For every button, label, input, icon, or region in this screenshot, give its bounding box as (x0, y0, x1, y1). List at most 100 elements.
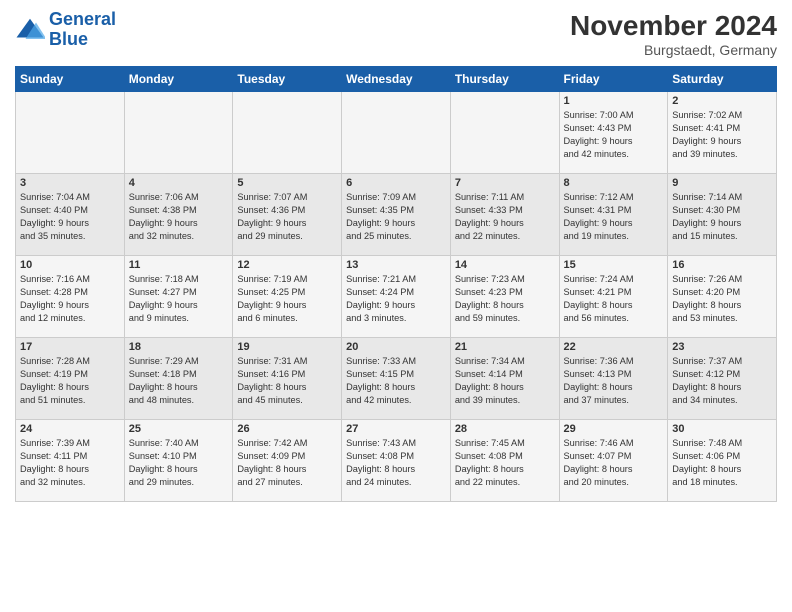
calendar-cell: 21Sunrise: 7:34 AM Sunset: 4:14 PM Dayli… (450, 338, 559, 420)
calendar-cell: 6Sunrise: 7:09 AM Sunset: 4:35 PM Daylig… (342, 174, 451, 256)
calendar-cell: 14Sunrise: 7:23 AM Sunset: 4:23 PM Dayli… (450, 256, 559, 338)
day-number: 11 (129, 259, 229, 271)
day-info: Sunrise: 7:07 AM Sunset: 4:36 PM Dayligh… (237, 191, 337, 243)
calendar-week-row: 10 Sunrise: 7:16 AM Sunset: 4:28 PM Dayli… (16, 256, 777, 338)
weekday-header: Monday (124, 67, 233, 92)
calendar-cell: 3 Sunrise: 7:04 AM Sunset: 4:40 PM Daylig… (16, 174, 125, 256)
day-info: Sunrise: 7:19 AM Sunset: 4:25 PM Dayligh… (237, 273, 337, 325)
logo-icon (15, 15, 45, 45)
day-info: Sunrise: 7:26 AM Sunset: 4:20 PM Dayligh… (672, 273, 772, 325)
calendar-cell: 11 Sunrise: 7:18 AM Sunset: 4:27 PM Dayli… (124, 256, 233, 338)
page-container: General Blue November 2024 Burgstaedt, G… (0, 0, 792, 512)
day-number: 17 (20, 341, 120, 353)
day-info: Sunrise: 7:31 AM Sunset: 4:16 PM Dayligh… (237, 355, 337, 407)
day-info: Sunrise: 7:12 AM Sunset: 4:31 PM Dayligh… (564, 191, 664, 243)
calendar-cell: 1 Sunrise: 7:00 AM Sunset: 4:43 PM Daylig… (559, 92, 668, 174)
day-number: 16 (672, 259, 772, 271)
day-number: 21 (455, 341, 555, 353)
calendar-cell (124, 92, 233, 174)
day-number: 2 (672, 95, 772, 107)
day-info: Sunrise: 7:14 AM Sunset: 4:30 PM Dayligh… (672, 191, 772, 243)
calendar-cell: 28 Sunrise: 7:45 AM Sunset: 4:08 PM Dayli… (450, 420, 559, 502)
calendar-cell: 22 Sunrise: 7:36 AM Sunset: 4:13 PM Dayli… (559, 338, 668, 420)
logo-line1: General (49, 10, 116, 30)
day-number: 15 (564, 259, 664, 271)
day-info: Sunrise: 7:48 AM Sunset: 4:06 PM Dayligh… (672, 437, 772, 489)
day-info: Sunrise: 7:37 AM Sunset: 4:12 PM Dayligh… (672, 355, 772, 407)
calendar-cell: 24 Sunrise: 7:39 AM Sunset: 4:11 PM Dayli… (16, 420, 125, 502)
day-number: 29 (564, 423, 664, 435)
day-info: Sunrise: 7:45 AM Sunset: 4:08 PM Dayligh… (455, 437, 555, 489)
weekday-header: Thursday (450, 67, 559, 92)
day-info: Sunrise: 7:11 AM Sunset: 4:33 PM Dayligh… (455, 191, 555, 243)
day-info: Sunrise: 7:29 AM Sunset: 4:18 PM Dayligh… (129, 355, 229, 407)
calendar-week-row: 1 Sunrise: 7:00 AM Sunset: 4:43 PM Daylig… (16, 92, 777, 174)
day-number: 9 (672, 177, 772, 189)
day-info: Sunrise: 7:09 AM Sunset: 4:35 PM Dayligh… (346, 191, 446, 243)
day-number: 10 (20, 259, 120, 271)
calendar-cell: 15 Sunrise: 7:24 AM Sunset: 4:21 PM Dayli… (559, 256, 668, 338)
weekday-header: Wednesday (342, 67, 451, 92)
day-number: 28 (455, 423, 555, 435)
day-info: Sunrise: 7:23 AM Sunset: 4:23 PM Dayligh… (455, 273, 555, 325)
day-number: 30 (672, 423, 772, 435)
day-number: 18 (129, 341, 229, 353)
day-info: Sunrise: 7:28 AM Sunset: 4:19 PM Dayligh… (20, 355, 120, 407)
day-number: 5 (237, 177, 337, 189)
calendar-week-row: 17 Sunrise: 7:28 AM Sunset: 4:19 PM Dayli… (16, 338, 777, 420)
calendar-cell: 27Sunrise: 7:43 AM Sunset: 4:08 PM Dayli… (342, 420, 451, 502)
calendar-cell: 10 Sunrise: 7:16 AM Sunset: 4:28 PM Dayli… (16, 256, 125, 338)
day-number: 22 (564, 341, 664, 353)
calendar-cell: 19 Sunrise: 7:31 AM Sunset: 4:16 PM Dayli… (233, 338, 342, 420)
day-number: 20 (346, 341, 446, 353)
day-info: Sunrise: 7:21 AM Sunset: 4:24 PM Dayligh… (346, 273, 446, 325)
day-info: Sunrise: 7:40 AM Sunset: 4:10 PM Dayligh… (129, 437, 229, 489)
day-info: Sunrise: 7:24 AM Sunset: 4:21 PM Dayligh… (564, 273, 664, 325)
day-info: Sunrise: 7:06 AM Sunset: 4:38 PM Dayligh… (129, 191, 229, 243)
weekday-header: Tuesday (233, 67, 342, 92)
calendar-cell (233, 92, 342, 174)
day-number: 8 (564, 177, 664, 189)
calendar-week-row: 24 Sunrise: 7:39 AM Sunset: 4:11 PM Dayli… (16, 420, 777, 502)
calendar-cell: 20 Sunrise: 7:33 AM Sunset: 4:15 PM Dayli… (342, 338, 451, 420)
day-number: 4 (129, 177, 229, 189)
calendar-week-row: 3 Sunrise: 7:04 AM Sunset: 4:40 PM Daylig… (16, 174, 777, 256)
day-info: Sunrise: 7:33 AM Sunset: 4:15 PM Dayligh… (346, 355, 446, 407)
day-number: 7 (455, 177, 555, 189)
location: Burgstaedt, Germany (570, 42, 777, 58)
calendar-cell: 12 Sunrise: 7:19 AM Sunset: 4:25 PM Dayli… (233, 256, 342, 338)
calendar-cell: 13 Sunrise: 7:21 AM Sunset: 4:24 PM Dayli… (342, 256, 451, 338)
weekday-header: Saturday (668, 67, 777, 92)
day-info: Sunrise: 7:43 AM Sunset: 4:08 PM Dayligh… (346, 437, 446, 489)
calendar-cell: 8 Sunrise: 7:12 AM Sunset: 4:31 PM Daylig… (559, 174, 668, 256)
day-info: Sunrise: 7:02 AM Sunset: 4:41 PM Dayligh… (672, 109, 772, 161)
calendar-cell (450, 92, 559, 174)
day-info: Sunrise: 7:00 AM Sunset: 4:43 PM Dayligh… (564, 109, 664, 161)
header: General Blue November 2024 Burgstaedt, G… (15, 10, 777, 58)
day-number: 23 (672, 341, 772, 353)
weekday-header-row: SundayMondayTuesdayWednesdayThursdayFrid… (16, 67, 777, 92)
day-info: Sunrise: 7:39 AM Sunset: 4:11 PM Dayligh… (20, 437, 120, 489)
day-info: Sunrise: 7:36 AM Sunset: 4:13 PM Dayligh… (564, 355, 664, 407)
day-info: Sunrise: 7:16 AM Sunset: 4:28 PM Dayligh… (20, 273, 120, 325)
day-number: 3 (20, 177, 120, 189)
day-number: 25 (129, 423, 229, 435)
calendar-cell: 23 Sunrise: 7:37 AM Sunset: 4:12 PM Dayli… (668, 338, 777, 420)
day-info: Sunrise: 7:04 AM Sunset: 4:40 PM Dayligh… (20, 191, 120, 243)
calendar-cell: 7 Sunrise: 7:11 AM Sunset: 4:33 PM Daylig… (450, 174, 559, 256)
day-number: 13 (346, 259, 446, 271)
logo-text: General Blue (49, 10, 116, 50)
day-number: 12 (237, 259, 337, 271)
day-info: Sunrise: 7:18 AM Sunset: 4:27 PM Dayligh… (129, 273, 229, 325)
calendar-cell: 5 Sunrise: 7:07 AM Sunset: 4:36 PM Daylig… (233, 174, 342, 256)
logo-line2: Blue (49, 30, 116, 50)
day-number: 1 (564, 95, 664, 107)
day-number: 24 (20, 423, 120, 435)
day-info: Sunrise: 7:42 AM Sunset: 4:09 PM Dayligh… (237, 437, 337, 489)
calendar-cell: 25 Sunrise: 7:40 AM Sunset: 4:10 PM Dayli… (124, 420, 233, 502)
calendar-cell: 4 Sunrise: 7:06 AM Sunset: 4:38 PM Daylig… (124, 174, 233, 256)
day-number: 19 (237, 341, 337, 353)
day-info: Sunrise: 7:46 AM Sunset: 4:07 PM Dayligh… (564, 437, 664, 489)
weekday-header: Friday (559, 67, 668, 92)
calendar-cell: 17 Sunrise: 7:28 AM Sunset: 4:19 PM Dayli… (16, 338, 125, 420)
